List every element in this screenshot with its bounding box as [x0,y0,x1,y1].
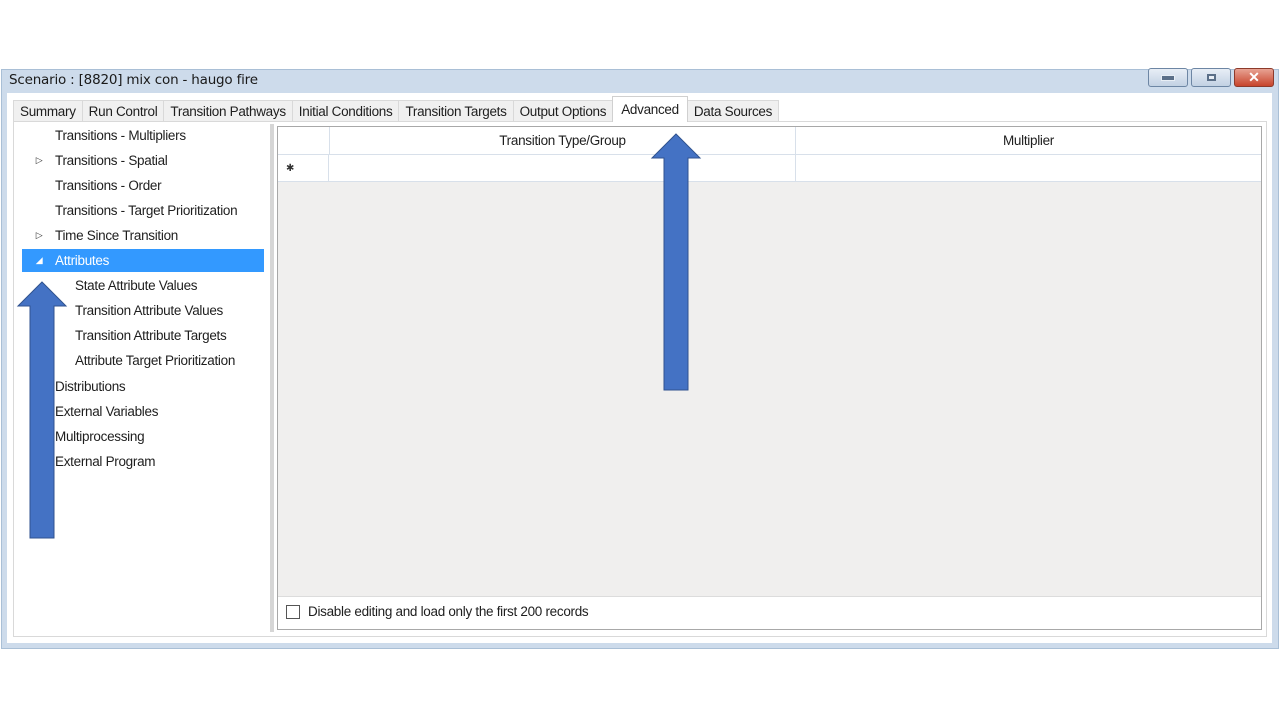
annotation-arrow-attributes [16,281,68,539]
annotation-arrow-advanced [650,133,702,391]
tab-advanced[interactable]: Advanced [612,96,688,122]
